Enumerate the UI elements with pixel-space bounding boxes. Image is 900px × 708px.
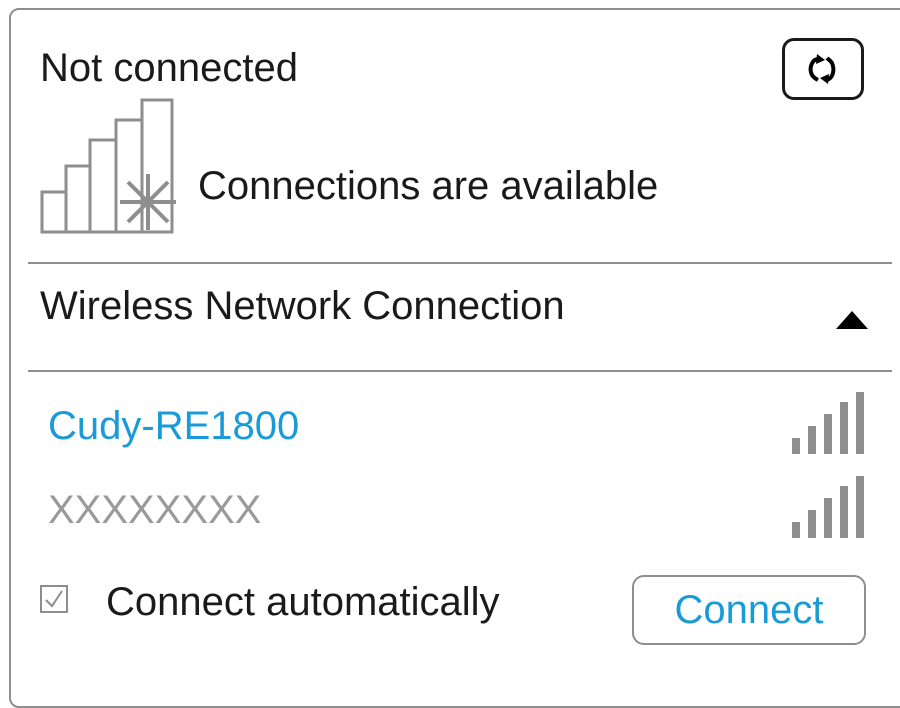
availability-text: Connections are available (198, 164, 659, 208)
collapse-up-icon[interactable] (836, 311, 868, 329)
wifi-signal-icon (792, 392, 864, 454)
divider (28, 262, 892, 264)
network-item[interactable]: XXXXXXXX (28, 476, 892, 548)
auto-connect-checkbox[interactable] (40, 585, 68, 613)
refresh-button[interactable] (782, 38, 864, 100)
signal-strength-icon (40, 98, 176, 234)
section-title: Wireless Network Connection (40, 284, 565, 328)
checkmark-icon (45, 590, 63, 608)
connect-button[interactable]: Connect (632, 575, 866, 645)
refresh-icon (808, 54, 836, 84)
wifi-signal-icon (792, 476, 864, 538)
auto-connect-label: Connect automatically (106, 580, 500, 624)
network-name: Cudy-RE1800 (48, 404, 300, 448)
network-item[interactable]: Cudy-RE1800 (28, 392, 892, 464)
divider (28, 370, 892, 372)
connection-status-title: Not connected (40, 46, 298, 90)
network-name: XXXXXXXX (48, 488, 262, 532)
